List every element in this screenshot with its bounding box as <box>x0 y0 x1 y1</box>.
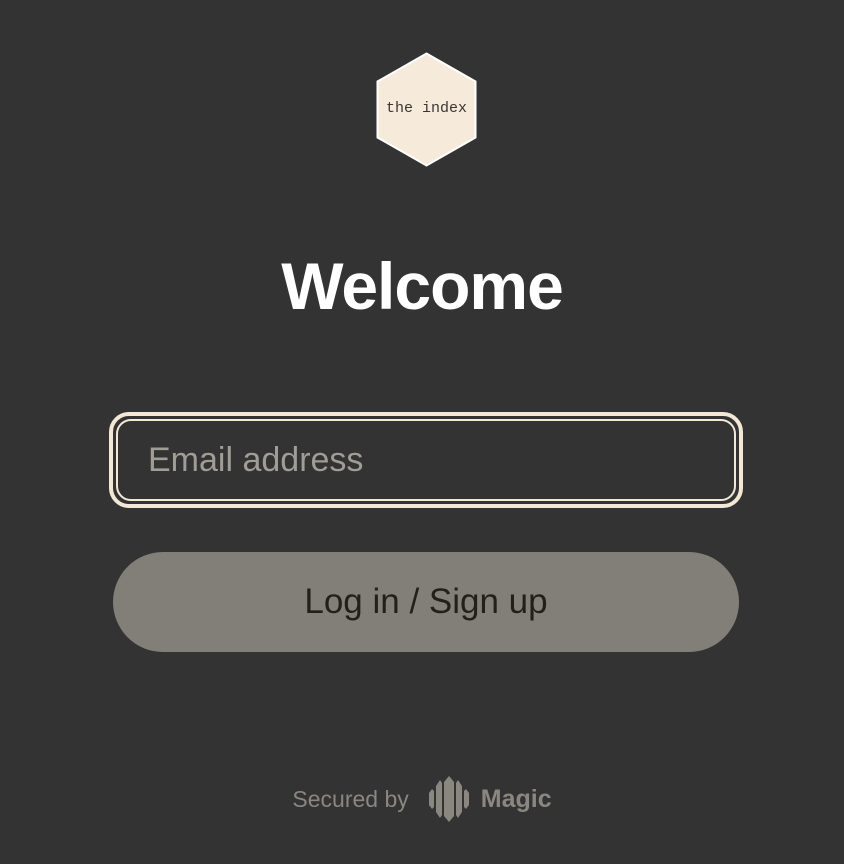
secured-by-label: Secured by <box>292 785 409 812</box>
logo-text: the index <box>385 100 467 117</box>
page-title: Welcome <box>281 249 564 323</box>
email-field-focus-ring <box>109 412 743 508</box>
login-signup-button[interactable]: Log in / Sign up <box>113 552 739 652</box>
the-index-logo: the index <box>376 52 477 167</box>
magic-brand-name: Magic <box>480 784 552 813</box>
magic-logo-icon <box>428 776 469 822</box>
email-input[interactable] <box>118 421 734 499</box>
secured-by-footer: Secured by Magic <box>0 776 844 822</box>
email-field-border <box>116 419 736 501</box>
